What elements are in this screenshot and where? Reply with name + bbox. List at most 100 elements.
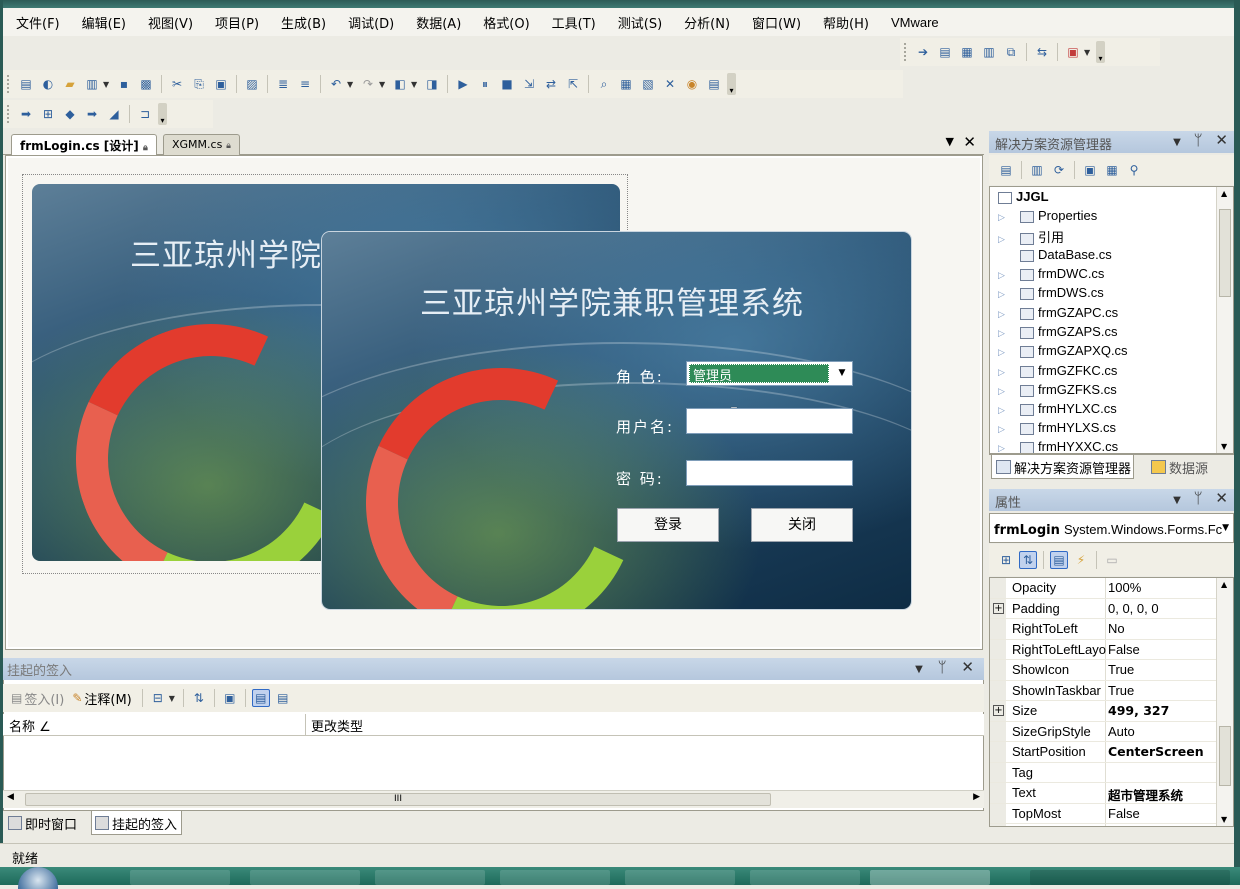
properties-icon[interactable]: ▤ (997, 161, 1015, 179)
new-project-icon[interactable]: ◐ (39, 75, 57, 93)
menu-project[interactable]: 项目(P) (212, 11, 262, 34)
property-pages-icon[interactable]: ▭ (1103, 551, 1121, 569)
property-row-showicon[interactable]: ShowIcon True (990, 660, 1218, 681)
expand-icon[interactable]: ▷ (998, 289, 1010, 300)
sort-az-icon[interactable]: ⇅ (190, 689, 208, 707)
tree-item[interactable]: ▷ Properties (998, 208, 1097, 227)
tab-frmlogin-design[interactable]: frmLogin.cs [设计] 🔒︎ (11, 134, 157, 156)
expand-icon[interactable]: ▷ (998, 328, 1010, 339)
stop-icon[interactable]: ■ (498, 75, 516, 93)
menu-data[interactable]: 数据(A) (413, 11, 464, 34)
chevron-down-icon[interactable]: ▼ (1173, 137, 1181, 148)
form-icon[interactable]: ▤ (936, 43, 954, 61)
scroll-up-icon[interactable]: ▲ (1221, 189, 1227, 198)
categorized-icon[interactable]: ⊞ (997, 551, 1015, 569)
navigate-forward-icon[interactable]: ◨ (423, 75, 441, 93)
menu-vmware[interactable]: VMware (888, 13, 942, 32)
scroll-down-icon[interactable]: ▼ (1221, 442, 1227, 451)
property-row-righttoleftlayout[interactable]: RightToLeftLayoutFalse (990, 640, 1218, 660)
start-button-icon[interactable] (18, 867, 58, 889)
property-value[interactable]: No (1108, 621, 1125, 636)
horizontal-scrollbar[interactable]: ◀ III ▶ (3, 790, 984, 808)
menu-test[interactable]: 测试(S) (615, 11, 665, 34)
chevron-down-icon[interactable]: ▼ (411, 80, 419, 89)
scroll-down-icon[interactable]: ▼ (1221, 815, 1227, 824)
tree-root[interactable]: JJGL (998, 189, 1049, 208)
menu-format[interactable]: 格式(O) (480, 11, 532, 34)
property-row-opacity[interactable]: Opacity 100% (990, 578, 1218, 599)
property-value[interactable]: True (1108, 662, 1134, 677)
pin-icon[interactable]: ᛘ (1194, 131, 1203, 149)
tab-xgmm[interactable]: XGMM.cs 🔒︎ (163, 134, 240, 155)
menu-tools[interactable]: 工具(T) (549, 11, 599, 34)
alphabetical-icon[interactable]: ⇅ (1019, 551, 1037, 569)
property-value[interactable]: 499, 327 (1108, 703, 1169, 718)
tree-item[interactable]: ▷ frmHYXXC.cs (998, 439, 1118, 453)
expand-icon[interactable]: ▷ (998, 234, 1010, 245)
close-button[interactable]: 关闭 (751, 508, 853, 542)
scrollbar-thumb[interactable]: III (25, 793, 771, 806)
navigate-back-icon[interactable]: ◧ (391, 75, 409, 93)
tree-item[interactable]: ▷ frmDWC.cs (998, 266, 1104, 285)
object-browser-icon[interactable]: ◉ (683, 75, 701, 93)
property-value[interactable]: 0, 0, 0, 0 (1108, 601, 1159, 616)
column-change-type[interactable]: 更改类型 (311, 716, 363, 735)
form-edit-icon[interactable]: ▦ (958, 43, 976, 61)
chevron-down-icon[interactable]: ▼ (379, 80, 387, 89)
lock-controls-icon[interactable]: ⊐ (136, 105, 154, 123)
chevron-down-icon[interactable]: ▼ (946, 135, 954, 148)
close-icon[interactable]: ✕ (1215, 489, 1228, 507)
taskbar-button[interactable] (130, 870, 230, 885)
properties-object-selector[interactable]: frmLogin System.Windows.Forms.Fc ▼ (989, 513, 1234, 543)
property-value[interactable]: CenterScreen (1108, 744, 1204, 759)
menu-build[interactable]: 生成(B) (278, 11, 329, 34)
toolbar-grip[interactable] (7, 75, 11, 93)
expand-plus-icon[interactable]: + (993, 705, 1004, 716)
menu-view[interactable]: 视图(V) (145, 11, 196, 34)
form-link-icon[interactable]: ⧉ (1002, 43, 1020, 61)
tree-item[interactable]: ▷ frmDWS.cs (998, 285, 1104, 304)
copy-icon[interactable]: ⎘ (190, 75, 208, 93)
taskbar-button-active[interactable] (870, 870, 990, 885)
property-value[interactable]: False (1108, 806, 1140, 821)
step-into-icon[interactable]: ⇲ (520, 75, 538, 93)
vertical-scrollbar[interactable]: ▲ ▼ (1216, 578, 1233, 826)
toolbar-grip[interactable] (7, 105, 11, 123)
scroll-right-icon[interactable]: ▶ (973, 792, 980, 802)
properties-window-icon[interactable]: ▧ (639, 75, 657, 93)
show-all-files-icon[interactable]: ▥ (1028, 161, 1046, 179)
pin-icon[interactable]: ᛘ (1194, 489, 1203, 507)
menu-help[interactable]: 帮助(H) (820, 11, 872, 34)
step-over-icon[interactable]: ⇄ (542, 75, 560, 93)
form-copy-icon[interactable]: ▥ (980, 43, 998, 61)
start-page-icon[interactable]: ▤ (705, 75, 723, 93)
taskbar-button[interactable] (625, 870, 735, 885)
tree-item[interactable]: ▷ frmGZFKS.cs (998, 382, 1117, 401)
scrollbar-thumb[interactable] (1219, 209, 1231, 297)
role-select[interactable]: 管理员 ▼ (686, 361, 853, 386)
find-in-files-icon[interactable]: ⌕ (595, 75, 613, 93)
tree-item[interactable]: DataBase.cs (998, 247, 1112, 266)
chevron-down-icon[interactable]: ▼ (1222, 523, 1229, 533)
property-value[interactable]: 100% (1108, 580, 1141, 595)
view-code-icon[interactable]: ▣ (1081, 161, 1099, 179)
vertical-scrollbar[interactable]: ▲ ▼ (1216, 187, 1233, 453)
checkin-button[interactable]: 签入(I) (24, 689, 64, 708)
expand-icon[interactable]: ▷ (998, 386, 1010, 397)
tree-item[interactable]: ▷ frmGZAPXQ.cs (998, 343, 1128, 362)
property-row-size[interactable]: + Size 499, 327 (990, 701, 1218, 722)
menu-debug[interactable]: 调试(D) (345, 11, 397, 34)
view-list-icon[interactable]: ▤ (274, 689, 292, 707)
property-row-startposition[interactable]: StartPosition CenterScreen (990, 742, 1218, 763)
password-input[interactable] (686, 460, 853, 486)
chevron-down-icon[interactable]: ▼ (915, 664, 923, 675)
filter-icon[interactable]: ⊟ (149, 689, 167, 707)
connect-icon[interactable]: ⇆ (1033, 43, 1051, 61)
taskbar-button[interactable] (500, 870, 610, 885)
expand-icon[interactable]: ▷ (998, 212, 1010, 223)
save-icon[interactable]: ▪ (115, 75, 133, 93)
tree-item[interactable]: ▷ 引用 (998, 227, 1064, 246)
step-out-icon[interactable]: ⇱ (564, 75, 582, 93)
events-icon[interactable]: ⚡ (1072, 551, 1090, 569)
format-icon[interactable]: ⊞ (39, 105, 57, 123)
